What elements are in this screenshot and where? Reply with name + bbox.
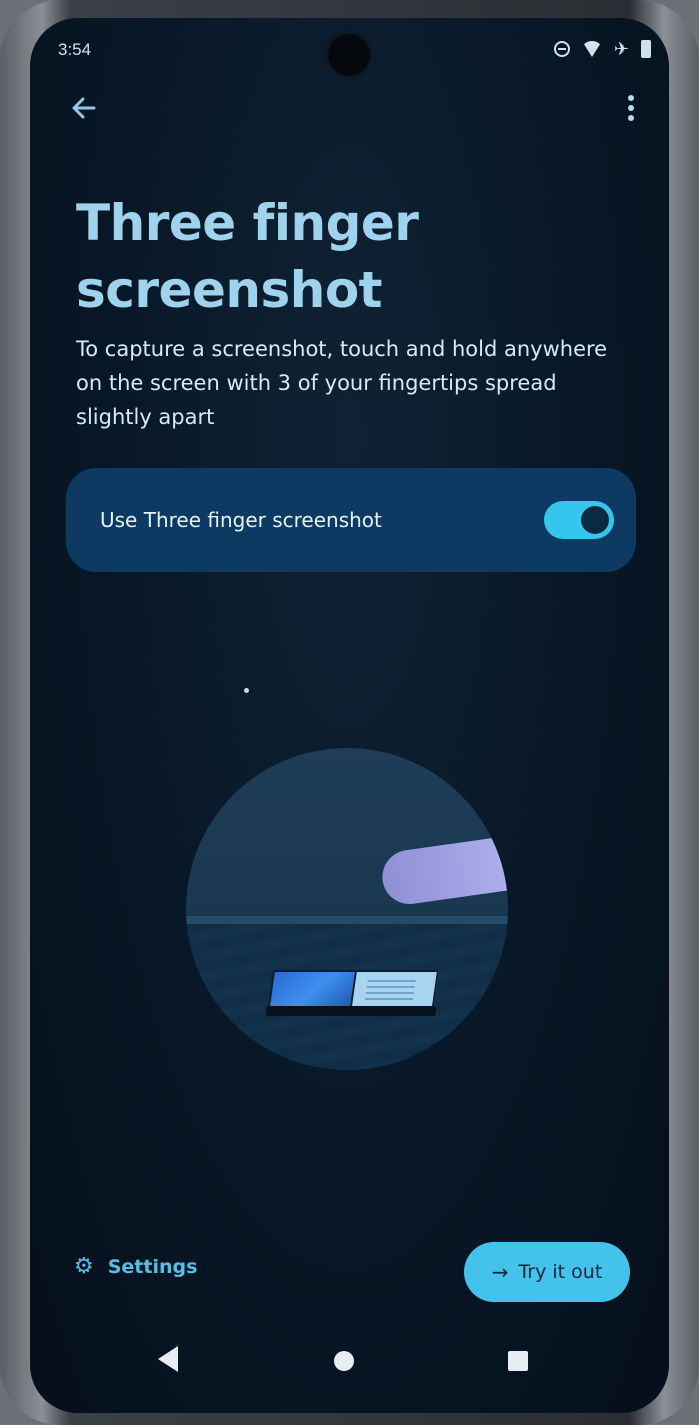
page-title: Three finger screenshot xyxy=(76,194,419,319)
menu-dot xyxy=(628,105,634,111)
arrow-right-icon: → xyxy=(491,1260,509,1284)
hand-illustration xyxy=(378,834,508,908)
status-time: 3:54 xyxy=(58,40,92,59)
back-arrow-icon[interactable] xyxy=(66,90,102,126)
nav-home-icon[interactable] xyxy=(334,1351,354,1371)
phone-body xyxy=(266,1006,436,1016)
wifi-icon xyxy=(581,41,602,57)
do-not-disturb-icon xyxy=(553,41,570,57)
nav-recents-icon[interactable] xyxy=(508,1351,528,1371)
nav-back-icon[interactable] xyxy=(154,1344,184,1374)
try-it-out-button[interactable]: → Try it out xyxy=(464,1242,630,1302)
try-it-out-label: Try it out xyxy=(518,1261,603,1283)
toggle-label: Use Three finger screenshot xyxy=(100,508,382,532)
status-bar: 3:54 ✈ xyxy=(30,18,669,76)
toggle-knob xyxy=(581,506,609,534)
illustration-horizon xyxy=(186,916,508,924)
camera-cutout xyxy=(328,34,370,76)
more-vert-icon[interactable] xyxy=(619,88,643,128)
settings-link[interactable]: ⚙ Settings xyxy=(74,1254,198,1279)
menu-dot xyxy=(628,115,634,121)
menu-dot xyxy=(628,95,634,101)
device-frame: 3:54 ✈ Three finger screenshot To captur… xyxy=(0,0,699,1425)
navigation-bar xyxy=(30,1318,669,1398)
status-icons: ✈ xyxy=(553,39,651,59)
gesture-illustration xyxy=(186,748,508,1070)
decorative-dot xyxy=(244,688,249,693)
use-three-finger-screenshot-toggle-row[interactable]: Use Three finger screenshot xyxy=(80,486,620,554)
gear-icon: ⚙ xyxy=(74,1254,94,1279)
back-arrow-glyph xyxy=(72,97,96,119)
settings-label: Settings xyxy=(107,1256,198,1278)
toggle-switch[interactable] xyxy=(544,501,614,539)
airplane-icon: ✈ xyxy=(613,39,629,59)
screen: 3:54 ✈ Three finger screenshot To captur… xyxy=(30,18,669,1413)
toggle-card: Use Three finger screenshot xyxy=(66,468,636,572)
page-description: To capture a screenshot, touch and hold … xyxy=(76,337,608,429)
battery-icon xyxy=(641,40,651,58)
